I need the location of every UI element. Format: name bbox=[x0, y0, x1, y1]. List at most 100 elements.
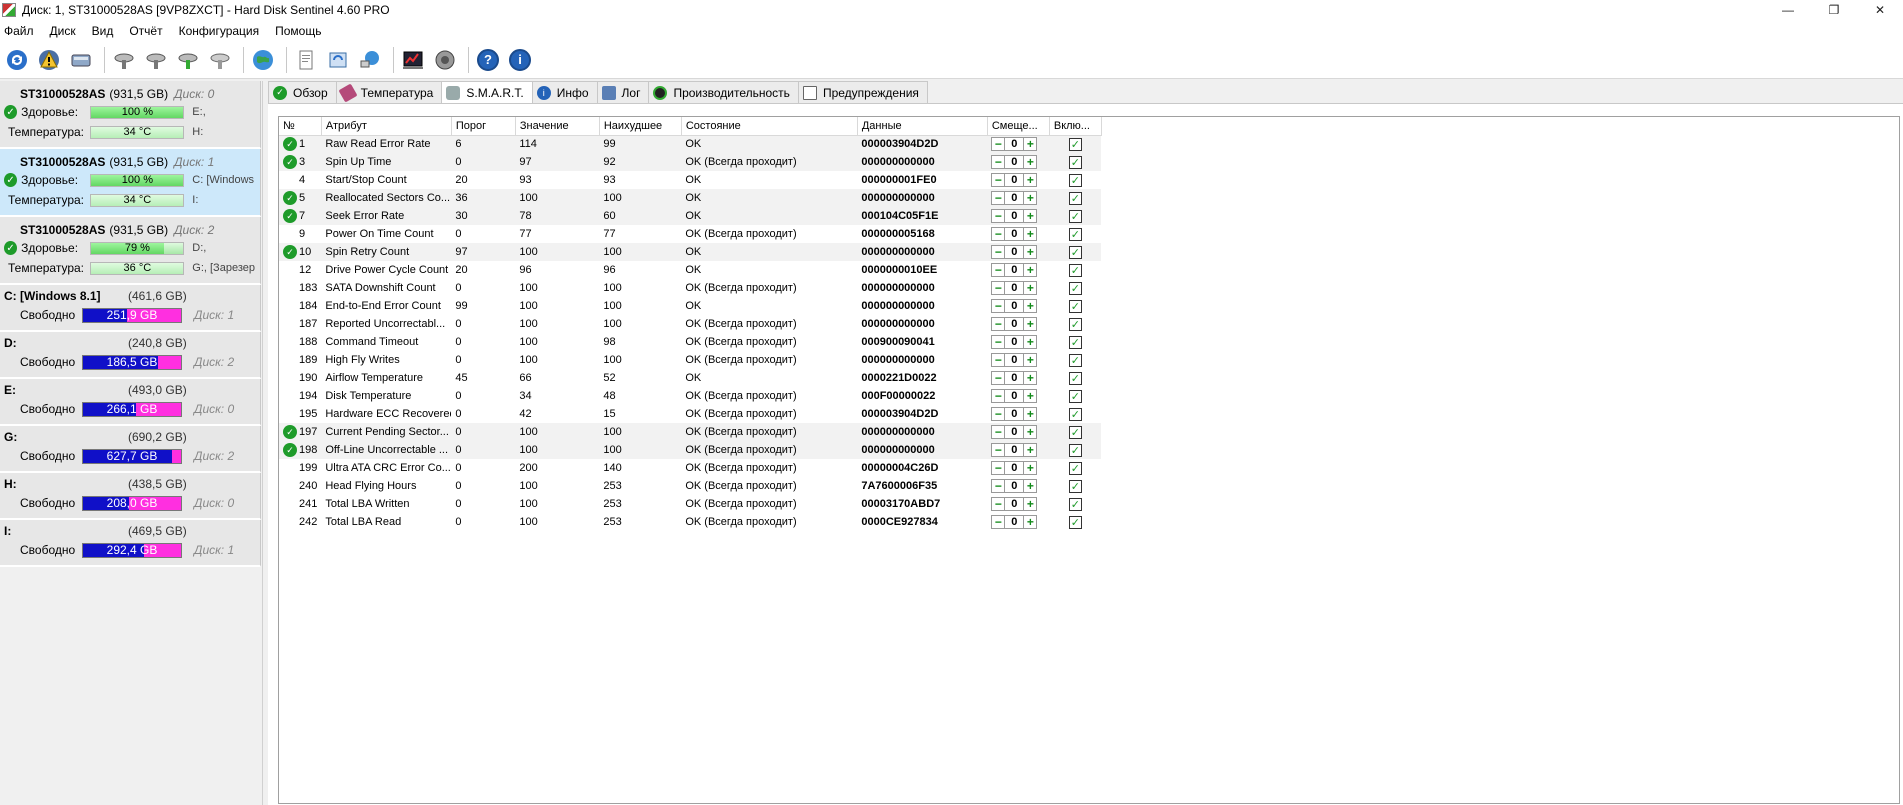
alert-button[interactable] bbox=[35, 46, 63, 74]
menu-help[interactable]: Помощь bbox=[275, 24, 329, 38]
decrease-offset-button[interactable]: − bbox=[991, 155, 1006, 169]
increase-offset-button[interactable]: + bbox=[1023, 407, 1038, 421]
offset-value[interactable]: 0 bbox=[1005, 353, 1024, 367]
send-button[interactable] bbox=[324, 46, 352, 74]
decrease-offset-button[interactable]: − bbox=[991, 335, 1006, 349]
table-row[interactable]: ✓ 3 Spin Up Time 0 97 92 OK (Всегда проходит) 0… bbox=[279, 153, 1102, 171]
disk-test-button-2[interactable] bbox=[142, 46, 170, 74]
tab-performance[interactable]: Производительность bbox=[648, 81, 799, 103]
disk-card-0[interactable]: ST31000528AS (931,5 GB) Диск: 0 ✓ Здоров… bbox=[0, 81, 261, 149]
offset-value[interactable]: 0 bbox=[1005, 245, 1024, 259]
refresh-button[interactable] bbox=[3, 46, 31, 74]
enabled-checkbox[interactable]: ✓ bbox=[1068, 173, 1082, 187]
decrease-offset-button[interactable]: − bbox=[991, 281, 1006, 295]
decrease-offset-button[interactable]: − bbox=[991, 425, 1006, 439]
increase-offset-button[interactable]: + bbox=[1023, 335, 1038, 349]
menu-disk[interactable]: Диск bbox=[50, 24, 84, 38]
disk-card-1[interactable]: ST31000528AS (931,5 GB) Диск: 1 ✓ Здоров… bbox=[0, 149, 261, 217]
volume-card[interactable]: G: (690,2 GB) Свободно 627,7 GB Диск: 2 bbox=[0, 426, 261, 473]
decrease-offset-button[interactable]: − bbox=[991, 317, 1006, 331]
offset-value[interactable]: 0 bbox=[1005, 263, 1024, 277]
increase-offset-button[interactable]: + bbox=[1023, 389, 1038, 403]
disk-card-2[interactable]: ST31000528AS (931,5 GB) Диск: 2 ✓ Здоров… bbox=[0, 217, 261, 285]
increase-offset-button[interactable]: + bbox=[1023, 137, 1038, 152]
enabled-checkbox[interactable]: ✓ bbox=[1068, 371, 1082, 385]
enabled-checkbox[interactable]: ✓ bbox=[1068, 515, 1082, 529]
enabled-checkbox[interactable]: ✓ bbox=[1068, 137, 1082, 151]
increase-offset-button[interactable]: + bbox=[1023, 497, 1038, 511]
offset-value[interactable]: 0 bbox=[1005, 209, 1024, 223]
increase-offset-button[interactable]: + bbox=[1023, 317, 1038, 331]
disk-test-button-4[interactable] bbox=[206, 46, 234, 74]
enabled-checkbox[interactable]: ✓ bbox=[1068, 497, 1082, 511]
enabled-checkbox[interactable]: ✓ bbox=[1068, 353, 1082, 367]
offset-value[interactable]: 0 bbox=[1005, 281, 1024, 295]
volume-card[interactable]: E: (493,0 GB) Свободно 266,1 GB Диск: 0 bbox=[0, 379, 261, 426]
enabled-checkbox[interactable]: ✓ bbox=[1068, 389, 1082, 403]
decrease-offset-button[interactable]: − bbox=[991, 497, 1006, 511]
increase-offset-button[interactable]: + bbox=[1023, 479, 1038, 493]
decrease-offset-button[interactable]: − bbox=[991, 371, 1006, 385]
decrease-offset-button[interactable]: − bbox=[991, 191, 1006, 205]
decrease-offset-button[interactable]: − bbox=[991, 515, 1006, 529]
volume-card[interactable]: D: (240,8 GB) Свободно 186,5 GB Диск: 2 bbox=[0, 332, 261, 379]
table-row[interactable]: 9 Power On Time Count 0 77 77 OK (Всегда прох… bbox=[279, 225, 1101, 243]
enabled-checkbox[interactable]: ✓ bbox=[1068, 407, 1082, 421]
offset-value[interactable]: 0 bbox=[1005, 371, 1024, 385]
table-row[interactable]: 195 Hardware ECC Recovered 0 42 15 OK (Всегда… bbox=[279, 405, 1101, 423]
menu-view[interactable]: Вид bbox=[92, 24, 122, 38]
increase-offset-button[interactable]: + bbox=[1023, 209, 1038, 223]
increase-offset-button[interactable]: + bbox=[1023, 173, 1038, 187]
offset-value[interactable]: 0 bbox=[1005, 461, 1024, 475]
close-button[interactable]: ✕ bbox=[1857, 0, 1903, 20]
report-button[interactable] bbox=[292, 46, 320, 74]
decrease-offset-button[interactable]: − bbox=[991, 389, 1006, 403]
disk-test-button-1[interactable] bbox=[110, 46, 138, 74]
tab-smart[interactable]: S.M.A.R.T. bbox=[441, 81, 533, 104]
volume-card[interactable]: H: (438,5 GB) Свободно 208,0 GB Диск: 0 bbox=[0, 473, 261, 520]
restore-button[interactable]: ❐ bbox=[1811, 0, 1857, 20]
offset-value[interactable]: 0 bbox=[1005, 173, 1024, 187]
decrease-offset-button[interactable]: − bbox=[991, 407, 1006, 421]
tab-info[interactable]: i Инфо bbox=[531, 81, 598, 103]
offset-value[interactable]: 0 bbox=[1005, 155, 1024, 169]
offset-value[interactable]: 0 bbox=[1005, 515, 1024, 529]
table-row[interactable]: 12 Drive Power Cycle Count 20 96 96 OK 0000000… bbox=[279, 261, 1101, 279]
table-row[interactable]: 188 Command Timeout 0 100 98 OK (Всегда прохо… bbox=[279, 333, 1101, 351]
menu-configuration[interactable]: Конфигурация bbox=[179, 24, 268, 38]
table-row[interactable]: ✓ 197 Current Pending Sector... 0 100 100 OK (… bbox=[279, 423, 1102, 441]
enabled-checkbox[interactable]: ✓ bbox=[1068, 299, 1082, 313]
table-row[interactable]: 189 High Fly Writes 0 100 100 OK (Всегда прох… bbox=[279, 351, 1101, 369]
volume-card[interactable]: I: (469,5 GB) Свободно 292,4 GB Диск: 1 bbox=[0, 520, 261, 567]
offset-value[interactable]: 0 bbox=[1005, 317, 1024, 331]
increase-offset-button[interactable]: + bbox=[1023, 443, 1038, 457]
enabled-checkbox[interactable]: ✓ bbox=[1068, 425, 1082, 439]
column-header-attribute[interactable]: Атрибут bbox=[321, 117, 452, 136]
menu-report[interactable]: Отчёт bbox=[129, 24, 170, 38]
tab-overview[interactable]: ✓ Обзор bbox=[268, 81, 337, 103]
offset-value[interactable]: 0 bbox=[1005, 227, 1024, 241]
decrease-offset-button[interactable]: − bbox=[991, 263, 1006, 277]
disk-button[interactable] bbox=[67, 46, 95, 74]
disk-test-button-3[interactable] bbox=[174, 46, 202, 74]
tab-temperature[interactable]: Температура bbox=[335, 81, 443, 103]
column-header-state[interactable]: Состояние bbox=[681, 117, 858, 136]
enabled-checkbox[interactable]: ✓ bbox=[1068, 155, 1082, 169]
decrease-offset-button[interactable]: − bbox=[991, 227, 1006, 241]
increase-offset-button[interactable]: + bbox=[1023, 461, 1038, 475]
enabled-checkbox[interactable]: ✓ bbox=[1068, 479, 1082, 493]
decrease-offset-button[interactable]: − bbox=[991, 137, 1006, 152]
table-row[interactable]: 190 Airflow Temperature 45 66 52 OK 0000221D00… bbox=[279, 369, 1101, 387]
table-row[interactable]: 241 Total LBA Written 0 100 253 OK (Всегда пр… bbox=[279, 495, 1101, 513]
volume-card[interactable]: C: [Windows 8.1] (461,6 GB) Свободно 251,9 … bbox=[0, 285, 261, 332]
increase-offset-button[interactable]: + bbox=[1023, 227, 1038, 241]
decrease-offset-button[interactable]: − bbox=[991, 461, 1006, 475]
table-row[interactable]: 184 End-to-End Error Count 99 100 100 OK 00000… bbox=[279, 297, 1101, 315]
increase-offset-button[interactable]: + bbox=[1023, 263, 1038, 277]
enabled-checkbox[interactable]: ✓ bbox=[1068, 227, 1082, 241]
decrease-offset-button[interactable]: − bbox=[991, 245, 1006, 259]
increase-offset-button[interactable]: + bbox=[1023, 371, 1038, 385]
web-button[interactable] bbox=[249, 46, 277, 74]
sound-button[interactable] bbox=[431, 46, 459, 74]
network-button[interactable] bbox=[356, 46, 384, 74]
